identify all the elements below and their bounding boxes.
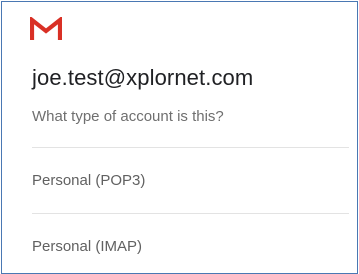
option-personal-imap[interactable]: Personal (IMAP) [32, 227, 349, 267]
gmail-logo-icon [30, 17, 62, 40]
option-personal-pop3[interactable]: Personal (POP3) [32, 161, 349, 201]
divider [32, 147, 349, 148]
divider [32, 213, 349, 214]
account-type-prompt: What type of account is this? [32, 108, 224, 125]
account-type-dialog: joe.test@xplornet.com What type of accou… [1, 1, 358, 274]
account-email: joe.test@xplornet.com [32, 65, 254, 90]
